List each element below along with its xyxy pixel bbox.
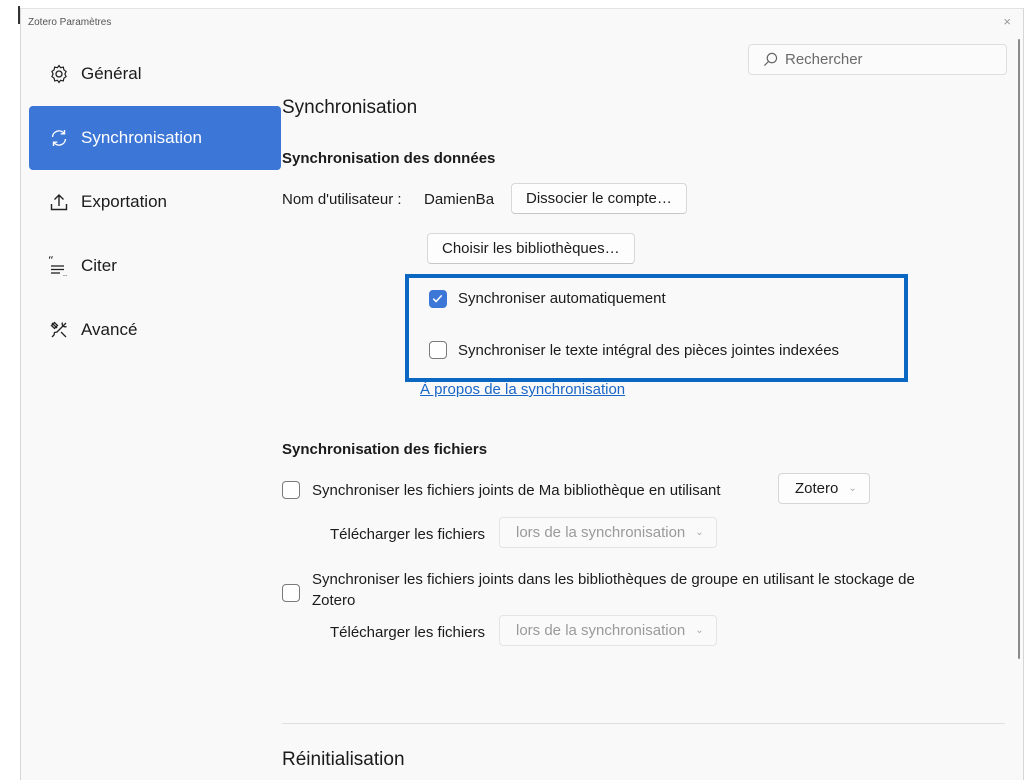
gear-icon (47, 62, 71, 86)
storage-select-value: Zotero (795, 480, 839, 497)
about-sync-link[interactable]: À propos de la synchronisation (420, 381, 625, 398)
chevron-down-icon: ⌄ (695, 625, 704, 636)
sidebar-item-label: Général (81, 64, 142, 83)
choose-libraries-button[interactable]: Choisir les bibliothèques… (427, 233, 635, 264)
storage-select[interactable]: Zotero ⌄ (778, 473, 870, 504)
data-sync-heading: Synchronisation des données (282, 150, 496, 167)
preferences-content: Synchronisation Synchronisation des donn… (282, 9, 1023, 780)
scrollbar[interactable] (1018, 39, 1020, 659)
section-title-reinitialisation: Réinitialisation (282, 749, 405, 770)
chevron-down-icon: ⌄ (848, 483, 857, 494)
export-icon (47, 190, 71, 214)
group-files-checkbox[interactable] (282, 584, 300, 602)
group-download-files-select-value: lors de la synchronisation (516, 622, 686, 639)
sidebar-item-exportation[interactable]: Exportation (29, 170, 281, 234)
username-label: Nom d'utilisateur : (282, 191, 402, 208)
highlight-box (405, 274, 908, 382)
my-library-files-checkbox[interactable] (282, 481, 300, 499)
download-files-label: Télécharger les fichiers (330, 526, 486, 543)
section-divider (282, 723, 1005, 724)
download-files-select[interactable]: lors de la synchronisation ⌄ (499, 517, 717, 548)
chevron-down-icon: ⌄ (695, 527, 704, 538)
group-download-files-label: Télécharger les fichiers (330, 624, 486, 641)
sidebar-item-label: Exportation (81, 192, 167, 211)
sidebar-item-synchronisation[interactable]: Synchronisation (29, 106, 281, 170)
sync-icon (47, 126, 71, 150)
sidebar-item-label: Citer (81, 256, 117, 275)
section-title-synchronisation: Synchronisation (282, 97, 418, 118)
sidebar-item-label: Synchronisation (81, 128, 202, 147)
unlink-account-button[interactable]: Dissocier le compte… (511, 183, 687, 214)
group-download-files-select[interactable]: lors de la synchronisation ⌄ (499, 615, 717, 646)
preferences-window: Zotero Paramètres × Rechercher Général S… (20, 8, 1024, 780)
sidebar-item-label: Avancé (81, 320, 138, 339)
svg-text:„: „ (62, 267, 68, 276)
tools-icon (47, 318, 71, 342)
file-sync-heading: Synchronisation des fichiers (282, 441, 488, 458)
group-files-label-line2: Zotero (312, 592, 356, 609)
sidebar-item-citer[interactable]: “„ Citer (29, 234, 281, 298)
sidebar-item-avance[interactable]: Avancé (29, 298, 281, 362)
username-value: DamienBa (424, 191, 495, 208)
window-title: Zotero Paramètres (28, 17, 112, 28)
my-library-files-label: Synchroniser les fichiers joints de Ma b… (312, 482, 721, 499)
sidebar-item-general[interactable]: Général (29, 42, 281, 106)
download-files-select-value: lors de la synchronisation (516, 524, 686, 541)
group-files-label-line1: Synchroniser les fichiers joints dans le… (312, 571, 915, 588)
cite-icon: “„ (47, 254, 71, 278)
